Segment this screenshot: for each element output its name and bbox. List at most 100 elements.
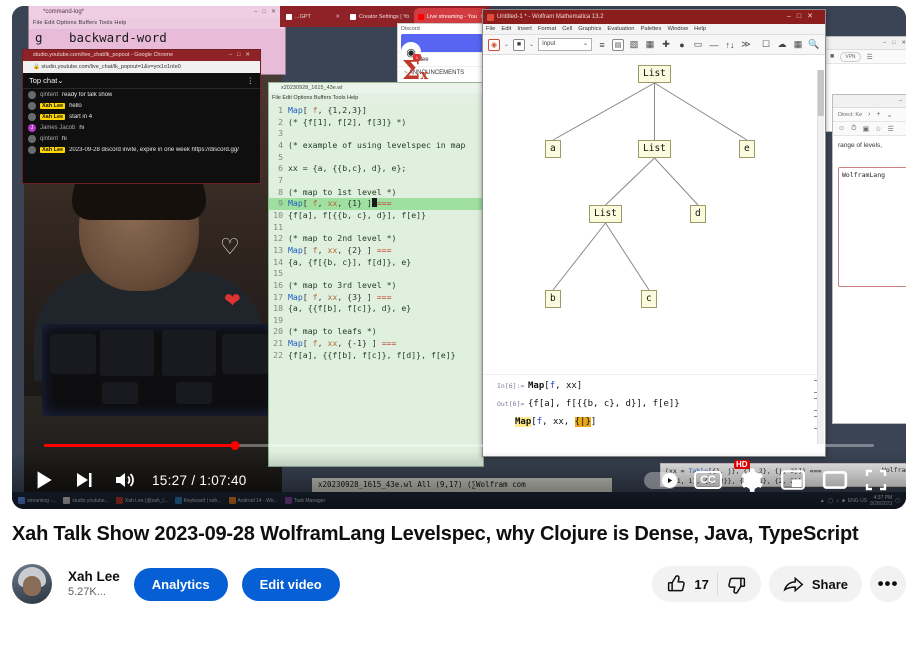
code-editor-window[interactable]: x20230928_1615_43e.wl File Edit Options …: [268, 82, 484, 467]
profile-pill[interactable]: VPN: [840, 51, 861, 62]
theater-mode-button[interactable]: [822, 467, 848, 493]
close-icon[interactable]: ✕: [901, 40, 906, 46]
kebab-menu-icon[interactable]: ⋮: [247, 73, 255, 89]
progress-handle[interactable]: [230, 441, 240, 450]
command-log-menubar[interactable]: File Edit Options Buffers Tools Help: [29, 18, 285, 29]
video-player[interactable]: ♡ ❤ *command-log* –□✕ File Edit Options …: [12, 6, 906, 509]
chat-author[interactable]: James Jacob: [40, 125, 75, 131]
menu-file[interactable]: File: [486, 24, 495, 34]
menu-edit[interactable]: Edit: [501, 24, 511, 34]
progress-bar[interactable]: [44, 441, 874, 450]
subtitles-button[interactable]: CC: [694, 471, 722, 489]
window-controls[interactable]: –□✕: [229, 50, 260, 61]
menu-insert[interactable]: Insert: [517, 24, 532, 34]
notebook-cells[interactable]: In[6]:= Map[f, xx] Out[6]= {f[a], f[{{b,…: [483, 375, 825, 429]
person-icon[interactable]: ☺: [838, 125, 845, 132]
edit-video-button[interactable]: Edit video: [241, 567, 340, 601]
mathematica-toolbar[interactable]: ◉ ⌄ ■ ⌄ Input ⌄ ≡ ▤ ▧ ▦ ✚ ● ▭ — ↑↓ ≫ ☐ ☁…: [483, 35, 825, 55]
minimize-icon[interactable]: –: [883, 40, 886, 46]
play-button[interactable]: [30, 467, 56, 493]
maximize-icon[interactable]: □: [892, 40, 895, 46]
chat-author[interactable]: qintent: [40, 92, 58, 98]
menu-icon[interactable]: ☰: [888, 125, 894, 133]
indent-icon[interactable]: ≡: [596, 39, 608, 51]
autoplay-toggle[interactable]: [644, 471, 679, 489]
menu-graphics[interactable]: Graphics: [578, 24, 601, 34]
address-bar[interactable]: 🔒 studio.youtube.com/live_chat/lk_popout…: [23, 61, 260, 73]
chat-author[interactable]: qintent: [40, 136, 58, 142]
volume-icon[interactable]: [112, 468, 136, 492]
channel-name[interactable]: Xah Lee: [68, 568, 120, 585]
active-input-cell[interactable]: Map[f, xx, {|}]: [497, 416, 825, 429]
chevron-down-icon[interactable]: ⌄: [583, 38, 588, 51]
dislike-button[interactable]: [726, 574, 747, 595]
hamburger-icon[interactable]: ☰: [867, 53, 873, 61]
documentation-icon[interactable]: ▦: [792, 39, 804, 51]
chevron-down-icon[interactable]: ⌄: [57, 73, 63, 89]
fullscreen-button[interactable]: [864, 468, 888, 492]
menu-evaluation[interactable]: Evaluation: [607, 24, 634, 34]
browser-tab[interactable]: ...GPT ✕: [282, 8, 344, 25]
cell-group-icon[interactable]: ▤: [612, 38, 624, 51]
share-button[interactable]: Share: [768, 566, 862, 602]
live-chat-window[interactable]: studio.youtube.com/live_chat/lk_popout -…: [22, 49, 261, 184]
comment-icon[interactable]: ☐: [760, 39, 772, 51]
open-cells-icon[interactable]: ▧: [628, 39, 640, 51]
chevron-down-icon[interactable]: ⌄: [529, 41, 534, 48]
evaluate-icon[interactable]: ◉: [488, 38, 500, 51]
scrollbar-thumb[interactable]: [818, 70, 824, 116]
address-toolbar[interactable]: Direct: Ke › + ⌄: [833, 108, 906, 122]
rectangle-icon[interactable]: ▭: [692, 39, 704, 51]
chat-author[interactable]: Xah Lee: [40, 102, 66, 109]
chevron-down-icon[interactable]: ⌄: [887, 111, 893, 119]
menu-palettes[interactable]: Palettes: [640, 24, 661, 34]
chevron-down-icon[interactable]: ⌄: [504, 41, 509, 48]
notebook-scrollbar[interactable]: [817, 70, 824, 444]
line-number: 21: [273, 338, 283, 349]
settings-gear-icon[interactable]: HD: [734, 460, 764, 493]
miniplayer-button[interactable]: [780, 467, 806, 493]
channel-info[interactable]: Xah Lee 5.27K...: [68, 568, 120, 600]
like-button[interactable]: 17: [666, 574, 709, 595]
more-actions-button[interactable]: •••: [870, 566, 906, 602]
menu-window[interactable]: Window: [667, 24, 688, 34]
stop-icon[interactable]: ■: [513, 38, 526, 51]
new-tab-icon[interactable]: +: [877, 111, 881, 118]
chat-author[interactable]: Xah Lee: [40, 146, 66, 153]
live-chat-header[interactable]: Top chat ⌄ ⋮: [23, 73, 260, 89]
code-editor-menubar[interactable]: File Edit Options Buffers Tools Help: [269, 93, 483, 103]
chat-author[interactable]: Xah Lee: [40, 113, 66, 120]
doc-toolbar[interactable]: ☺ ⏱ ▣ ☆ ☰: [833, 122, 906, 136]
target-icon[interactable]: ●: [676, 39, 688, 51]
code-editor-body[interactable]: 1 Map[ f, {1,2,3}] 2 (* {f[1], f[2], f[3]}…: [269, 103, 483, 361]
bookmark-icon[interactable]: ☆: [875, 125, 881, 133]
double-chevron-icon[interactable]: ≫: [740, 39, 752, 51]
minimize-icon[interactable]: –: [899, 98, 902, 104]
extension-icon[interactable]: ■: [830, 53, 834, 60]
mathematica-window[interactable]: Untitled-1 * - Wolfram Mathematica 13.2 …: [482, 9, 826, 457]
menu-help[interactable]: Help: [694, 24, 706, 34]
output-cell[interactable]: Out[6]= {f[a], f[{{b, c}, d}], f[e]}: [497, 398, 825, 411]
analytics-button[interactable]: Analytics: [133, 567, 228, 601]
avatar[interactable]: [12, 564, 52, 604]
align-icon[interactable]: ✚: [660, 39, 672, 51]
image-icon[interactable]: ▣: [863, 125, 870, 133]
clock-icon[interactable]: ⏱: [851, 125, 856, 133]
cell-style-select[interactable]: Input ⌄: [538, 38, 592, 51]
sort-icon[interactable]: ↑↓: [724, 39, 736, 51]
expression-tree-graphic[interactable]: List a List e List d b c: [483, 55, 825, 375]
reference-browser-window[interactable]: – ▢ ✕ Direct: Ke › + ⌄ ☺ ⏱ ▣ ☆ ☰ rang: [832, 94, 906, 424]
close-cells-icon[interactable]: ▦: [644, 39, 656, 51]
line-icon[interactable]: —: [708, 39, 720, 51]
menu-cell[interactable]: Cell: [562, 24, 572, 34]
window-controls[interactable]: –□✕: [787, 10, 825, 24]
next-button[interactable]: [72, 468, 96, 492]
mathematica-menubar[interactable]: File Edit Insert Format Cell Graphics Ev…: [483, 24, 825, 35]
chevron-right-icon[interactable]: ›: [868, 111, 870, 118]
cloud-icon[interactable]: ☁: [776, 39, 788, 51]
close-icon[interactable]: ✕: [335, 14, 340, 20]
input-cell[interactable]: In[6]:= Map[f, xx]: [497, 380, 825, 393]
toolbar[interactable]: ■ VPN ☰: [825, 50, 906, 64]
search-icon[interactable]: 🔍: [808, 39, 820, 51]
menu-format[interactable]: Format: [538, 24, 556, 34]
